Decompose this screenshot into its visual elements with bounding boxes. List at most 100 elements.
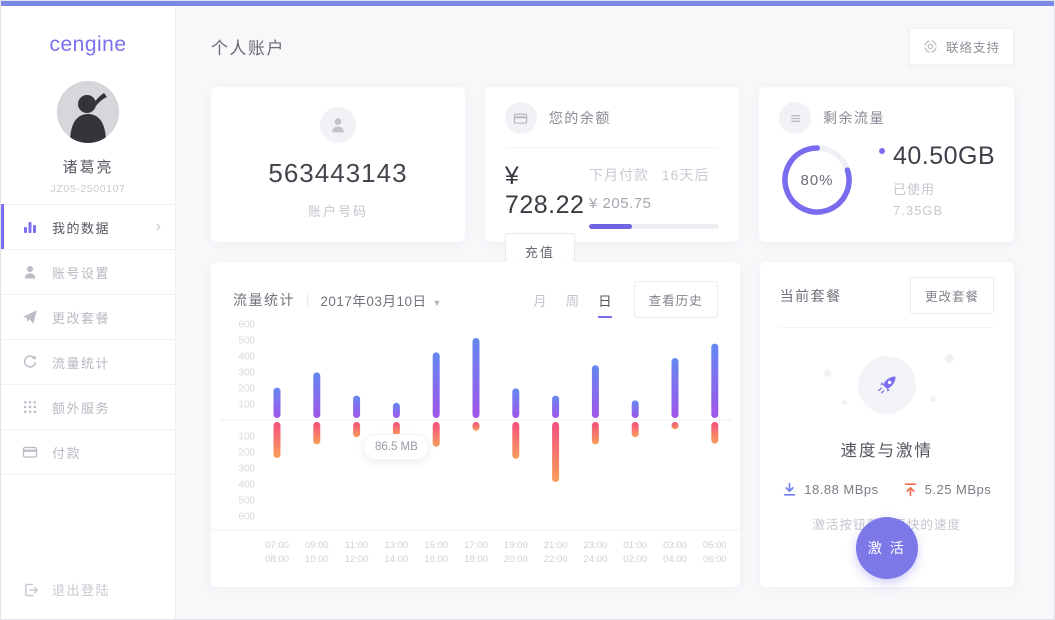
svg-text:500: 500 xyxy=(238,496,255,507)
account-number: 563443143 xyxy=(268,158,407,189)
sidebar-item-traffic-stats[interactable]: 流量统计 › xyxy=(1,340,175,385)
sidebar-menu: 我的数据 › 账号设置 › 更改套餐 › xyxy=(1,204,175,475)
svg-text:11:0012:00: 11:0012:00 xyxy=(345,540,369,565)
payment-progress-bar xyxy=(589,224,719,229)
svg-text:01:0002:00: 01:0002:00 xyxy=(623,540,647,565)
sidebar-item-label: 付款 xyxy=(52,443,81,462)
svg-text:300: 300 xyxy=(238,368,255,379)
next-payment-amount: ¥ 205.75 xyxy=(589,195,719,212)
user-icon xyxy=(22,264,38,280)
account-number-label: 账户号码 xyxy=(308,201,368,220)
sidebar-item-label: 账号设置 xyxy=(52,263,110,282)
sidebar-item-extra-services[interactable]: 额外服务 › xyxy=(1,385,175,430)
date-selector[interactable]: 2017年03月10日 ▼ xyxy=(320,290,442,310)
sidebar-item-label: 流量统计 xyxy=(52,353,110,372)
lifebuoy-icon xyxy=(923,39,938,54)
svg-text:400: 400 xyxy=(238,480,255,491)
traffic-chart-card: 流量统计 | 2017年03月10日▼ 月周日 查看历史 xyxy=(211,262,740,587)
divider xyxy=(505,147,719,148)
logout-button[interactable]: 退出登陆 xyxy=(22,580,110,599)
svg-text:500: 500 xyxy=(238,336,255,347)
tab-周[interactable]: 周 xyxy=(566,290,580,310)
logout-icon xyxy=(22,582,39,598)
period-tabs: 月周日 xyxy=(533,290,612,310)
activate-button[interactable]: 激 活 xyxy=(856,517,918,579)
remaining-data-card: 剩余流量 80% 40.50GB 已使用 xyxy=(759,87,1014,242)
used-label: 已使用 xyxy=(893,179,995,198)
svg-text:23:0024:00: 23:0024:00 xyxy=(584,540,608,565)
decorative-dot xyxy=(842,400,847,405)
usage-percent: 80% xyxy=(779,142,855,218)
avatar-photo xyxy=(57,81,119,143)
svg-text:600: 600 xyxy=(238,320,255,331)
chevron-right-icon: › xyxy=(156,219,161,235)
refresh-icon xyxy=(22,354,38,370)
user-name: 诸葛亮 xyxy=(1,156,175,177)
user-id: JZ05-2500107 xyxy=(1,183,175,195)
current-plan-card: 当前套餐 更改套餐 xyxy=(760,262,1014,587)
balance-card-title: 您的余额 xyxy=(549,108,611,128)
contact-support-label: 联络支持 xyxy=(946,37,1000,56)
svg-text:19:0020:00: 19:0020:00 xyxy=(504,540,528,565)
used-value: 7.35GB xyxy=(893,203,995,218)
upload-speed: 5.25 MBps xyxy=(925,482,992,497)
sidebar-item-label: 额外服务 xyxy=(52,398,110,417)
logout-label: 退出登陆 xyxy=(52,580,110,599)
selected-date: 2017年03月10日 xyxy=(320,294,426,309)
divider: | xyxy=(306,292,309,307)
next-payment-due: 16天后 xyxy=(662,167,710,183)
grid-dots-icon xyxy=(22,399,38,415)
svg-text:09:0010:00: 09:0010:00 xyxy=(305,540,329,565)
divider xyxy=(780,327,994,328)
bullet-dot xyxy=(879,148,885,154)
account-number-card: 563443143 账户号码 xyxy=(211,87,465,242)
payment-progress-fill xyxy=(589,224,632,229)
sidebar: cengine 诸葛亮 JZ05-2500107 我的数据 › xyxy=(1,6,176,619)
page-title: 个人账户 xyxy=(211,34,285,59)
svg-text:200: 200 xyxy=(238,384,255,395)
remaining-data-title: 剩余流量 xyxy=(823,108,885,128)
list-icon xyxy=(779,102,811,134)
credit-card-icon xyxy=(22,444,38,460)
bar-chart-icon xyxy=(22,219,38,235)
change-plan-button[interactable]: 更改套餐 xyxy=(910,277,994,314)
top-accent-bar xyxy=(1,1,1054,6)
svg-text:600: 600 xyxy=(238,512,255,523)
plan-name: 速度与激情 xyxy=(780,437,994,461)
chart-tooltip: 86.5 MB xyxy=(363,434,429,460)
sidebar-item-change-plan[interactable]: 更改套餐 › xyxy=(1,295,175,340)
traffic-bar-chart: 10010020020030030040040050050060060007:0… xyxy=(211,310,741,587)
sidebar-item-label: 更改套餐 xyxy=(52,308,110,327)
contact-support-button[interactable]: 联络支持 xyxy=(909,28,1014,65)
paper-plane-icon xyxy=(22,309,38,325)
plan-card-title: 当前套餐 xyxy=(780,286,842,306)
svg-text:05:0006:00: 05:0006:00 xyxy=(703,540,727,565)
svg-text:100: 100 xyxy=(238,400,255,411)
credit-card-icon xyxy=(505,102,537,134)
sidebar-item-my-data[interactable]: 我的数据 › xyxy=(1,205,175,250)
svg-text:17:0018:00: 17:0018:00 xyxy=(464,540,488,565)
tab-日[interactable]: 日 xyxy=(598,290,612,310)
svg-text:15:0016:00: 15:0016:00 xyxy=(424,540,448,565)
decorative-dot xyxy=(930,396,936,402)
main-content: 个人账户 联络支持 xyxy=(177,6,1054,619)
sidebar-item-account-settings[interactable]: 账号设置 › xyxy=(1,250,175,295)
svg-text:03:0004:00: 03:0004:00 xyxy=(663,540,687,565)
sidebar-item-label: 我的数据 xyxy=(52,218,110,237)
decorative-dot xyxy=(824,370,831,377)
decorative-dot xyxy=(945,354,954,363)
next-payment-label: 下月付款 xyxy=(589,167,649,183)
download-speed: 18.88 MBps xyxy=(804,482,878,497)
tab-月[interactable]: 月 xyxy=(533,290,547,310)
svg-text:200: 200 xyxy=(238,448,255,459)
avatar xyxy=(57,81,119,143)
svg-text:300: 300 xyxy=(238,464,255,475)
download-icon xyxy=(782,482,797,497)
remaining-data-value: 40.50GB xyxy=(893,142,995,171)
sidebar-item-payment[interactable]: 付款 › xyxy=(1,430,175,475)
chevron-down-icon: ▼ xyxy=(432,298,441,308)
svg-text:13:0014:00: 13:0014:00 xyxy=(385,540,409,565)
svg-text:21:0022:00: 21:0022:00 xyxy=(544,540,568,565)
usage-donut-chart: 80% xyxy=(779,142,855,218)
balance-card: 您的余额 ¥ 728.22 充值 下月付款 16天后 ¥ 205.75 xyxy=(485,87,739,242)
